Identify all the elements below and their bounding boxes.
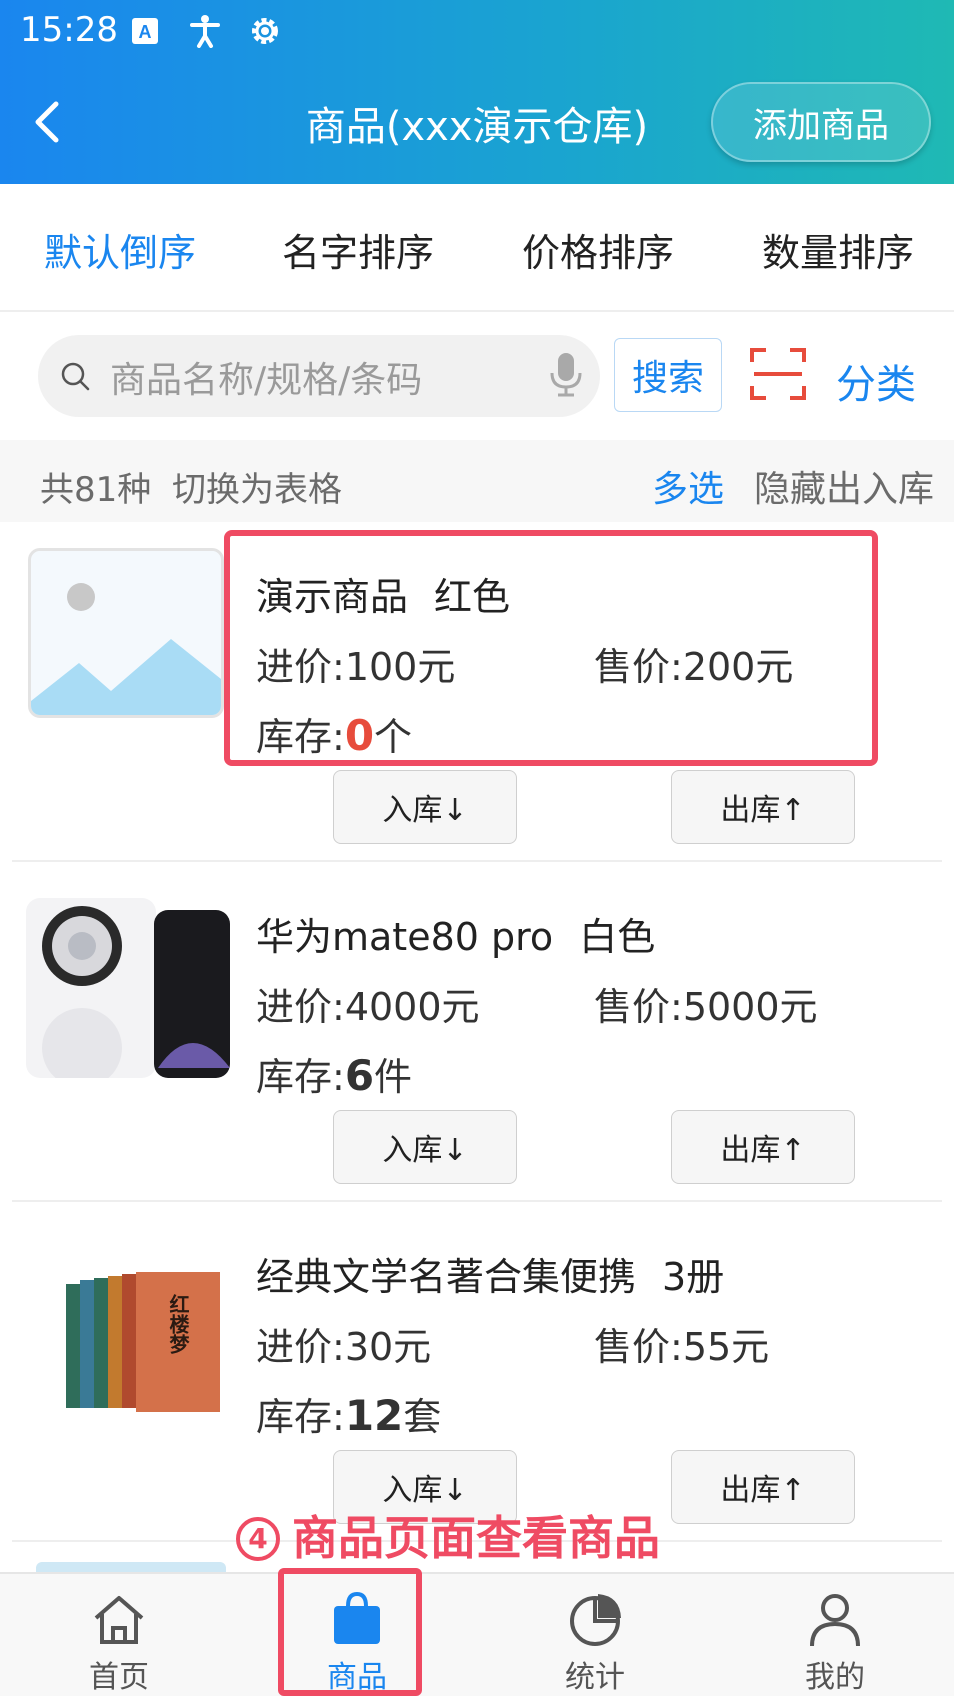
pie-chart-icon bbox=[570, 1594, 621, 1646]
product-name: 演示商品 红色 bbox=[256, 575, 511, 619]
status-time: 15:28 bbox=[20, 10, 118, 50]
category-link[interactable]: 分类 bbox=[836, 352, 916, 410]
placeholder-image-icon bbox=[28, 548, 224, 718]
sort-default[interactable]: 默认倒序 bbox=[44, 222, 196, 277]
search-placeholder: 商品名称/规格/条码 bbox=[110, 360, 423, 401]
bottom-nav: 首页 商品 统计 我的 bbox=[0, 1572, 954, 1696]
search-icon bbox=[61, 362, 90, 391]
nav-label: 统计 bbox=[565, 1660, 625, 1695]
nav-label: 首页 bbox=[89, 1660, 149, 1695]
nav-home[interactable]: 首页 bbox=[0, 1574, 238, 1696]
product-name: 经典文学名著合集便携 3册 bbox=[256, 1255, 725, 1299]
book-cover-title: 红楼梦 bbox=[166, 1293, 190, 1355]
sale-price: 售价:200元 bbox=[594, 645, 794, 689]
svg-text:A: A bbox=[139, 22, 152, 42]
sort-bar: 默认倒序 名字排序 价格排序 数量排序 bbox=[0, 184, 954, 310]
goods-page: 15:28 A 商品(xxx演示仓库) 添加商品 默认倒序 名字排序 价格排序 … bbox=[0, 0, 954, 1696]
stock-in-button[interactable]: 入库↓ bbox=[333, 770, 517, 844]
sale-price: 售价:55元 bbox=[594, 1325, 770, 1369]
nav-label: 我的 bbox=[805, 1660, 865, 1695]
add-goods-button[interactable]: 添加商品 bbox=[711, 82, 931, 162]
cost-price: 进价:4000元 bbox=[256, 985, 480, 1029]
sale-price: 售价:5000元 bbox=[594, 985, 818, 1029]
home-icon bbox=[94, 1596, 144, 1644]
product-item[interactable]: 华为mate80 pro 白色 进价:4000元 售价:5000元 库存:6件 入… bbox=[12, 870, 942, 1210]
stock-out-button[interactable]: 出库↑ bbox=[671, 1450, 855, 1524]
nav-mine[interactable]: 我的 bbox=[716, 1574, 954, 1696]
stock-out-button[interactable]: 出库↑ bbox=[671, 1110, 855, 1184]
product-item[interactable]: 演示商品 红色 进价:100元 售价:200元 库存:0个 入库↓ 出库↑ bbox=[12, 530, 942, 870]
stock-qty: 库存:12套 bbox=[256, 1391, 442, 1440]
user-icon bbox=[810, 1594, 860, 1647]
nav-highlight-box bbox=[278, 1568, 422, 1696]
step-annotation: 4 商品页面查看商品 bbox=[236, 1502, 660, 1568]
divider bbox=[0, 310, 954, 312]
multi-select-link[interactable]: 多选 bbox=[652, 460, 724, 512]
stock-out-button[interactable]: 出库↑ bbox=[671, 770, 855, 844]
sort-price[interactable]: 价格排序 bbox=[522, 222, 674, 277]
cost-price: 进价:100元 bbox=[256, 645, 456, 689]
stock-qty: 库存:6件 bbox=[256, 1051, 413, 1100]
cost-price: 进价:30元 bbox=[256, 1325, 432, 1369]
microphone-icon bbox=[550, 353, 582, 397]
settings-gear-icon bbox=[246, 12, 284, 50]
nav-stats[interactable]: 统计 bbox=[476, 1574, 714, 1696]
toggle-table-link[interactable]: 切换为表格 bbox=[172, 462, 342, 511]
stock-qty: 库存:0个 bbox=[256, 711, 413, 760]
product-name: 华为mate80 pro 白色 bbox=[256, 915, 656, 959]
next-item-peek bbox=[36, 1562, 226, 1572]
divider bbox=[12, 1200, 942, 1202]
sort-quantity[interactable]: 数量排序 bbox=[762, 222, 914, 277]
total-count: 共81种 bbox=[40, 470, 152, 510]
status-icons: A bbox=[126, 12, 284, 50]
book-set-image: 红楼梦 bbox=[26, 1228, 226, 1418]
hide-io-link[interactable]: 隐藏出入库 bbox=[754, 460, 934, 512]
search-input[interactable]: 商品名称/规格/条码 bbox=[38, 335, 600, 417]
scan-icon[interactable] bbox=[750, 346, 806, 402]
app-header: 15:28 A 商品(xxx演示仓库) 添加商品 bbox=[0, 0, 954, 184]
divider bbox=[12, 860, 942, 862]
phone-image bbox=[26, 898, 230, 1078]
product-item[interactable]: 红楼梦 经典文学名著合集便携 3册 进价:30元 售价:55元 库存:12套 入库… bbox=[12, 1210, 942, 1550]
stock-in-button[interactable]: 入库↓ bbox=[333, 1110, 517, 1184]
accessibility-icon bbox=[186, 12, 224, 50]
font-a-icon: A bbox=[126, 12, 164, 50]
search-button[interactable]: 搜索 bbox=[614, 338, 722, 412]
sort-name[interactable]: 名字排序 bbox=[282, 222, 434, 277]
